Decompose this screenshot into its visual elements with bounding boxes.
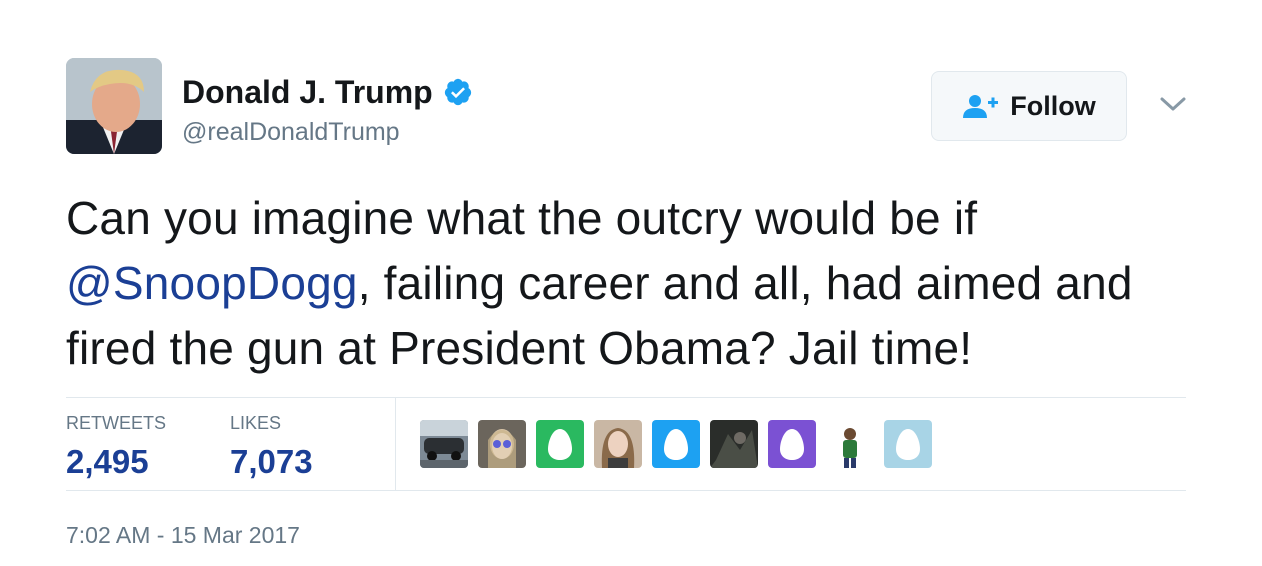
likes-label: LIKES xyxy=(230,413,282,433)
retweets-stat[interactable]: RETWEETS 2,495 xyxy=(66,412,166,484)
egg-icon xyxy=(884,420,932,468)
liker-avatar[interactable] xyxy=(884,420,932,468)
liker-avatar[interactable] xyxy=(826,420,874,468)
car-photo-icon xyxy=(420,420,468,468)
follow-button[interactable]: Follow xyxy=(931,71,1127,141)
tweet-text-start: Can you imagine what the outcry would be… xyxy=(66,192,978,244)
retweets-label: RETWEETS xyxy=(66,413,167,433)
profile-photo-icon xyxy=(66,58,162,154)
liker-avatar[interactable] xyxy=(768,420,816,468)
user-avatar[interactable] xyxy=(66,58,162,154)
liker-avatar[interactable] xyxy=(420,420,468,468)
verified-badge-icon xyxy=(444,78,471,106)
dark-photo-icon xyxy=(710,420,758,468)
liker-avatar[interactable] xyxy=(652,420,700,468)
person-standing-photo-icon xyxy=(826,420,874,468)
follow-person-plus-icon xyxy=(963,95,999,118)
egg-icon xyxy=(536,420,584,468)
liker-avatar[interactable] xyxy=(594,420,642,468)
liker-avatar[interactable] xyxy=(478,420,526,468)
mention-link[interactable]: @SnoopDogg xyxy=(66,257,358,309)
user-name-row: Donald J. Trump xyxy=(182,72,473,112)
egg-icon xyxy=(768,420,816,468)
chevron-down-icon xyxy=(1160,97,1186,111)
follow-button-label: Follow xyxy=(1010,90,1096,121)
person-photo-icon xyxy=(594,420,642,468)
stats-bottom-divider xyxy=(66,490,1186,491)
retweets-count: 2,495 xyxy=(66,443,149,480)
stats-vertical-divider xyxy=(395,397,396,491)
stats-top-divider xyxy=(66,397,1186,398)
user-name[interactable]: Donald J. Trump xyxy=(182,72,433,112)
egg-icon xyxy=(652,420,700,468)
user-handle[interactable]: @realDonaldTrump xyxy=(182,116,400,148)
likes-stat[interactable]: LIKES 7,073 xyxy=(230,412,313,484)
likes-count: 7,073 xyxy=(230,443,313,480)
person-sunglasses-photo-icon xyxy=(478,420,526,468)
liker-avatars xyxy=(420,420,932,468)
liker-avatar[interactable] xyxy=(710,420,758,468)
liker-avatar[interactable] xyxy=(536,420,584,468)
tweet-timestamp[interactable]: 7:02 AM - 15 Mar 2017 xyxy=(66,522,300,549)
tweet-text: Can you imagine what the outcry would be… xyxy=(66,186,1186,381)
more-options-button[interactable] xyxy=(1158,92,1188,116)
